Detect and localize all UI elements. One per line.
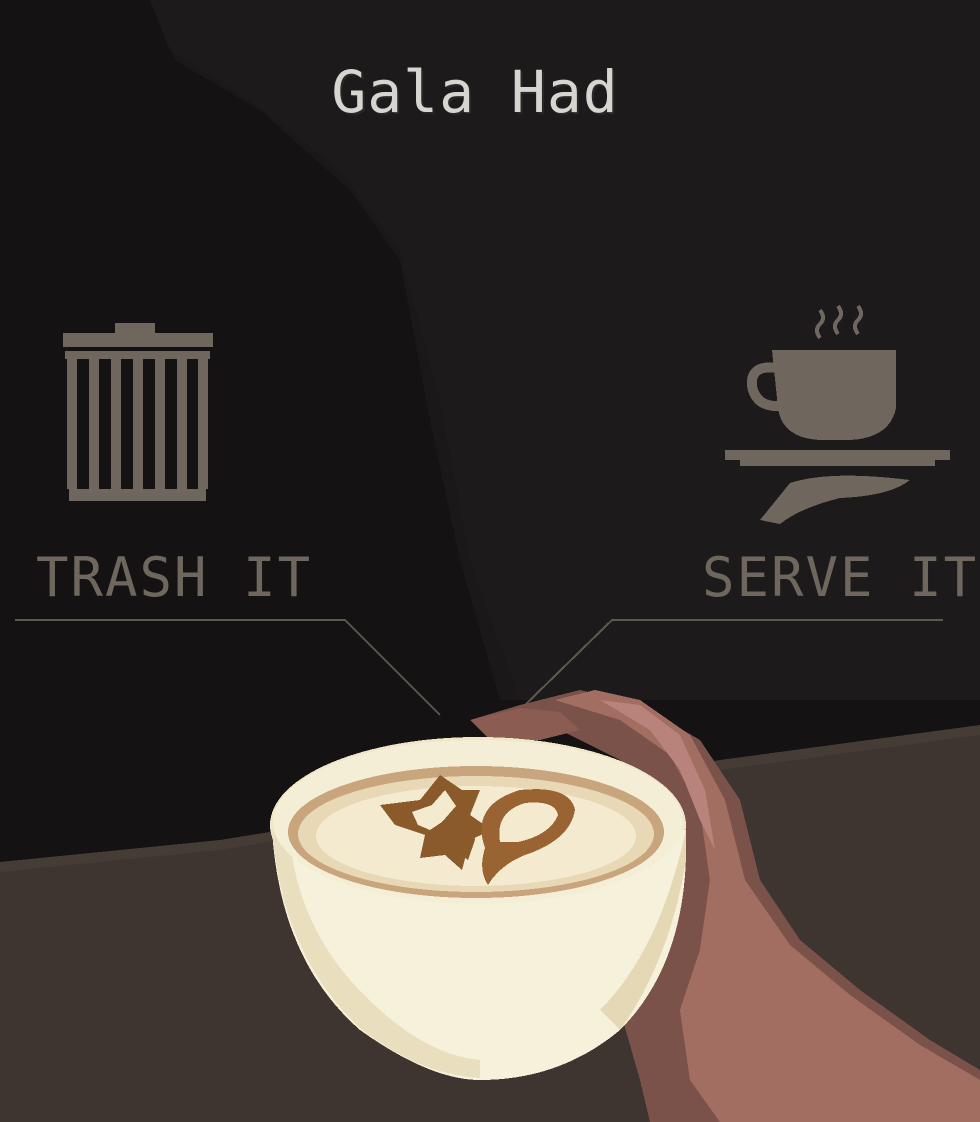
trash-button[interactable] — [55, 315, 220, 505]
serve-it-label[interactable]: SERVE IT — [702, 546, 978, 609]
drink-name-title: Gala Had — [331, 58, 619, 126]
trash-can-icon — [63, 323, 213, 501]
serving-tray-coffee-icon — [725, 304, 950, 524]
trash-it-label[interactable]: TRASH IT — [36, 546, 312, 609]
serve-button[interactable] — [720, 298, 955, 528]
